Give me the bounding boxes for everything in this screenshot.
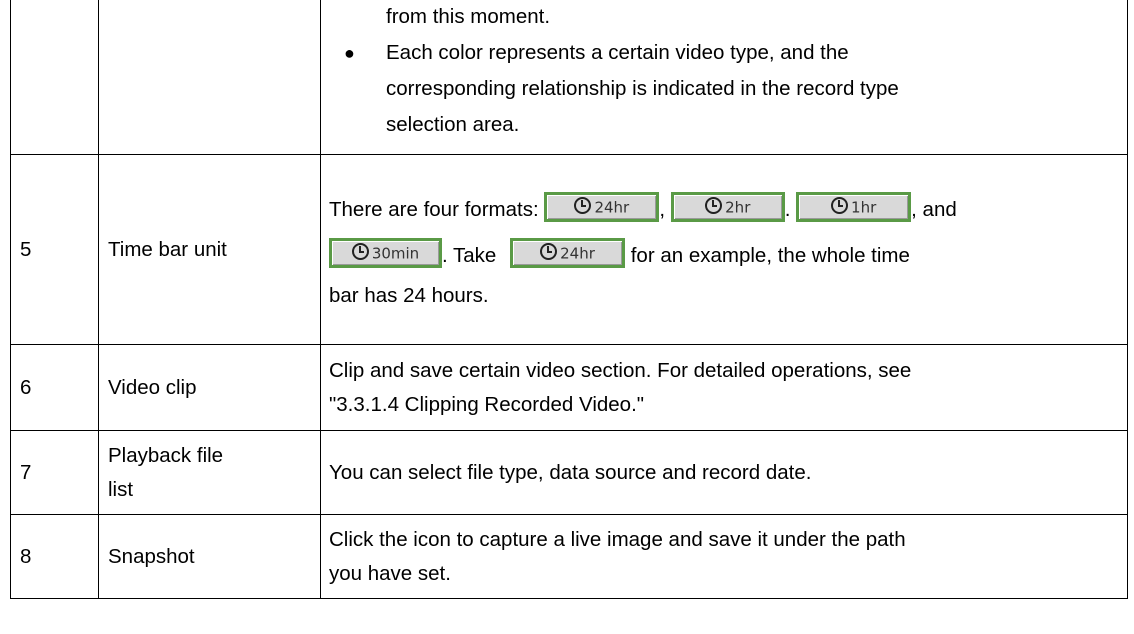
desc-line1: Click the icon to capture a live image a…	[329, 527, 906, 551]
separator: ,	[659, 197, 666, 221]
button-label: 2hr	[725, 198, 751, 217]
separator: , and	[911, 197, 957, 221]
table-row-6: 6 Video clip Clip and save certain video…	[10, 344, 1128, 431]
cell-name-empty	[98, 0, 321, 155]
bullet-text-line3: selection area.	[386, 113, 520, 136]
button-label: 24hr	[594, 198, 630, 217]
desc-line1: Clip and save certain video section. For…	[329, 358, 912, 382]
bullet-list: ● Each color represents a certain video …	[329, 35, 1123, 143]
clock-icon	[540, 243, 558, 261]
button-label: 30min	[371, 244, 420, 263]
time-unit-30min-button: 30min	[329, 238, 442, 269]
bullet-text-line1: Each color represents a certain video ty…	[386, 41, 849, 64]
continued-text: from this moment.	[386, 5, 551, 28]
cell-name: Video clip	[98, 344, 321, 431]
table-row-8: 8 Snapshot Click the icon to capture a l…	[10, 514, 1128, 599]
time-unit-24hr-button: 24hr	[544, 192, 660, 223]
table-row-7: 7 Playback file list You can select file…	[10, 430, 1128, 515]
desc-line2: "3.3.1.4 Clipping Recorded Video."	[329, 392, 645, 416]
table-row-continued: from this moment. ● Each color represent…	[10, 0, 1128, 155]
clock-icon	[831, 197, 849, 215]
cell-description: There are four formats: 24hr , 2hr . 1hr…	[320, 154, 1128, 345]
cell-description: from this moment. ● Each color represent…	[320, 0, 1128, 155]
cell-number: 6	[10, 344, 99, 431]
cell-number-empty	[10, 0, 99, 155]
time-unit-24hr-button-example: 24hr	[510, 238, 626, 269]
cell-name: Playback file list	[98, 430, 321, 515]
cell-description: Clip and save certain video section. For…	[320, 344, 1128, 431]
name-line1: Playback file	[108, 443, 224, 467]
cell-description: Click the icon to capture a live image a…	[320, 514, 1128, 599]
desc-line2: you have set.	[329, 561, 451, 585]
text-example: for an example, the whole time	[625, 243, 910, 267]
button-label: 24hr	[560, 244, 595, 263]
cell-number: 5	[10, 154, 99, 345]
table-row-5: 5 Time bar unit There are four formats: …	[10, 154, 1128, 345]
time-unit-2hr-button: 2hr	[670, 192, 785, 223]
clock-icon	[351, 243, 369, 261]
text-take: . Take	[442, 243, 497, 267]
time-bar-line2: 30min . Take 24hr for an example, the wh…	[329, 233, 1123, 279]
bullet-item: ● Each color represents a certain video …	[329, 35, 1123, 143]
cell-number: 7	[10, 430, 99, 515]
time-bar-line3: bar has 24 hours.	[329, 283, 489, 307]
cell-number: 8	[10, 514, 99, 599]
cell-name: Snapshot	[98, 514, 321, 599]
text-intro: There are four formats:	[329, 197, 545, 221]
description-table: from this moment. ● Each color represent…	[10, 0, 1128, 599]
bullet-icon: ●	[344, 43, 355, 63]
time-unit-1hr-button: 1hr	[796, 192, 912, 223]
clock-icon	[574, 197, 592, 215]
name-line2: list	[108, 477, 134, 501]
bullet-text-line2: corresponding relationship is indicated …	[386, 77, 899, 100]
clock-icon	[705, 197, 723, 215]
button-label: 1hr	[851, 198, 877, 217]
cell-description: You can select file type, data source an…	[320, 430, 1128, 515]
cell-name: Time bar unit	[98, 154, 321, 345]
time-bar-line1: There are four formats: 24hr , 2hr . 1hr…	[329, 187, 1123, 233]
separator: .	[784, 197, 791, 221]
